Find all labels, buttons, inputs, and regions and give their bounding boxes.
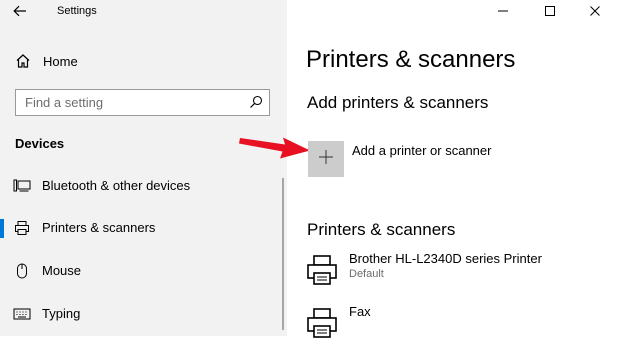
printer-status: Default — [349, 268, 384, 280]
sidebar-item-home[interactable]: Home — [14, 50, 274, 72]
printers-list-heading: Printers & scanners — [307, 220, 456, 239]
mouse-icon — [13, 263, 31, 279]
sidebar-item-label: Printers & scanners — [42, 220, 156, 235]
settings-sidebar: Settings Home Devices Bluetooth & oth — [0, 0, 287, 336]
close-icon[interactable] — [584, 2, 606, 20]
printer-name: Brother HL-L2340D series Printer — [349, 251, 542, 266]
printer-item-brother[interactable]: Brother HL-L2340D series Printer Default — [305, 251, 625, 293]
bluetooth-devices-icon — [13, 178, 31, 194]
add-printer-button[interactable] — [308, 141, 344, 177]
section-heading-devices: Devices — [15, 136, 65, 151]
sidebar-item-bluetooth[interactable]: Bluetooth & other devices — [0, 171, 287, 201]
add-printer-label[interactable]: Add a printer or scanner — [352, 143, 491, 158]
add-printers-heading: Add printers & scanners — [307, 93, 489, 112]
home-icon — [14, 52, 32, 70]
window-controls — [487, 0, 637, 22]
sidebar-item-mouse[interactable]: Mouse — [0, 256, 287, 286]
printer-icon — [305, 306, 339, 340]
page-title: Printers & scanners — [306, 46, 516, 73]
annotation-arrow-icon — [239, 137, 310, 159]
keyboard-icon — [13, 306, 31, 322]
selection-indicator — [0, 219, 4, 238]
printer-icon — [305, 253, 339, 287]
sidebar-scrollbar[interactable] — [282, 178, 284, 330]
printer-icon — [13, 220, 31, 236]
sidebar-item-printers-scanners[interactable]: Printers & scanners — [0, 213, 287, 243]
printer-item-fax[interactable]: Fax — [305, 304, 625, 346]
search-box[interactable] — [15, 89, 270, 116]
search-input[interactable] — [16, 90, 241, 115]
search-icon[interactable] — [249, 95, 263, 109]
printer-name: Fax — [349, 304, 371, 319]
sidebar-item-label: Home — [43, 53, 78, 69]
back-arrow-icon[interactable] — [10, 2, 30, 20]
app-title: Settings — [57, 5, 97, 17]
title-bar-left: Settings — [0, 0, 287, 24]
sidebar-item-label: Typing — [42, 306, 81, 321]
sidebar-item-label: Bluetooth & other devices — [42, 178, 191, 193]
maximize-icon[interactable] — [539, 2, 561, 20]
sidebar-item-typing[interactable]: Typing — [0, 299, 287, 329]
plus-icon — [318, 149, 334, 170]
sidebar-item-label: Mouse — [42, 263, 82, 278]
minimize-icon[interactable] — [492, 2, 514, 20]
